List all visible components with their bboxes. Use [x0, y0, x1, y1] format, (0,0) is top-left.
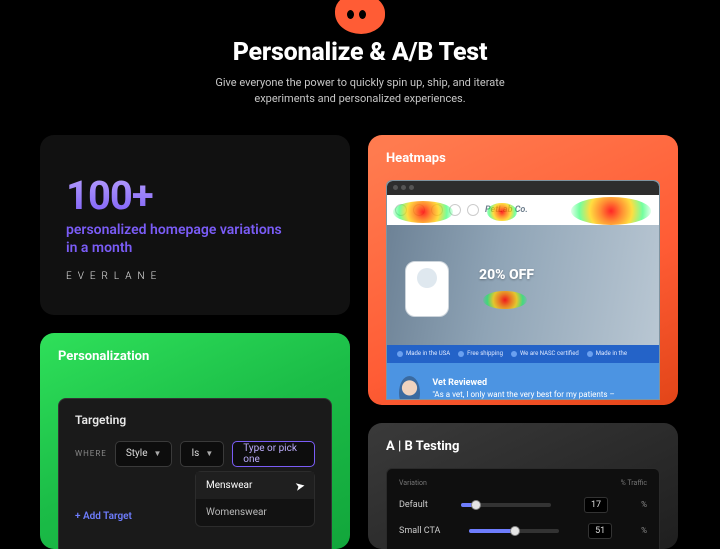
- card-title: A | B Testing: [386, 439, 660, 454]
- personalization-card: Personalization Targeting WHERE Style ▼ …: [40, 333, 350, 549]
- card-title: Personalization: [58, 349, 332, 364]
- targeting-panel: Targeting WHERE Style ▼ Is ▼ Type or pic…: [58, 398, 332, 549]
- page-subtitle: Give everyone the power to quickly spin …: [0, 75, 720, 107]
- where-label: WHERE: [75, 449, 107, 458]
- value-input[interactable]: Type or pick one: [232, 441, 315, 467]
- promo-text: 20% OFF: [479, 267, 534, 283]
- vet-section: Vet Reviewed "As a vet, I only want the …: [387, 363, 659, 400]
- ab-testing-card: A | B Testing Variation % Traffic Defaul…: [368, 423, 678, 549]
- panel-title: Targeting: [75, 413, 315, 427]
- field-dropdown[interactable]: Style ▼: [115, 441, 173, 467]
- stat-desc: personalized homepage variations in a mo…: [66, 221, 324, 257]
- col-traffic: % Traffic: [621, 479, 647, 487]
- card-title: Heatmaps: [386, 151, 660, 166]
- option-womenswear[interactable]: Womenswear: [196, 499, 314, 526]
- variation-row: Small CTA 51 %: [399, 523, 647, 539]
- card-grid: 100+ personalized homepage variations in…: [40, 135, 680, 549]
- stat-number: 100+: [66, 172, 324, 219]
- operator-dropdown[interactable]: Is ▼: [180, 441, 224, 467]
- avatar: [399, 376, 420, 400]
- col-variation: Variation: [399, 479, 427, 487]
- variation-row: Default 17 %: [399, 497, 647, 513]
- badge-bar: Made in the USA Free shipping We are NAS…: [387, 345, 659, 363]
- traffic-slider[interactable]: [461, 503, 551, 507]
- variation-label: Small CTA: [399, 526, 440, 536]
- stat-brand: EVERLANE: [66, 271, 324, 282]
- product-image: [405, 261, 449, 317]
- heatmaps-card: Heatmaps PetLab Co. 20% OFF Made in the …: [368, 135, 678, 405]
- heatmap-preview: PetLab Co. 20% OFF Made in the USA Free …: [386, 180, 660, 400]
- page-title: Personalize & A/B Test: [0, 38, 720, 67]
- browser-chrome: [387, 181, 659, 195]
- traffic-value: 17: [584, 497, 608, 513]
- chevron-down-icon: ▼: [154, 449, 162, 458]
- site-logo: PetLab Co.: [485, 205, 528, 215]
- cursor-icon: ➤: [294, 478, 306, 494]
- site-header: PetLab Co.: [387, 195, 659, 225]
- abt-panel: Variation % Traffic Default 17 % Small C…: [386, 468, 660, 549]
- site-hero: 20% OFF: [387, 225, 659, 345]
- traffic-value: 51: [588, 523, 612, 539]
- stat-card: 100+ personalized homepage variations in…: [40, 135, 350, 315]
- traffic-slider[interactable]: [469, 529, 559, 533]
- chevron-down-icon: ▼: [205, 449, 213, 458]
- variation-label: Default: [399, 500, 428, 510]
